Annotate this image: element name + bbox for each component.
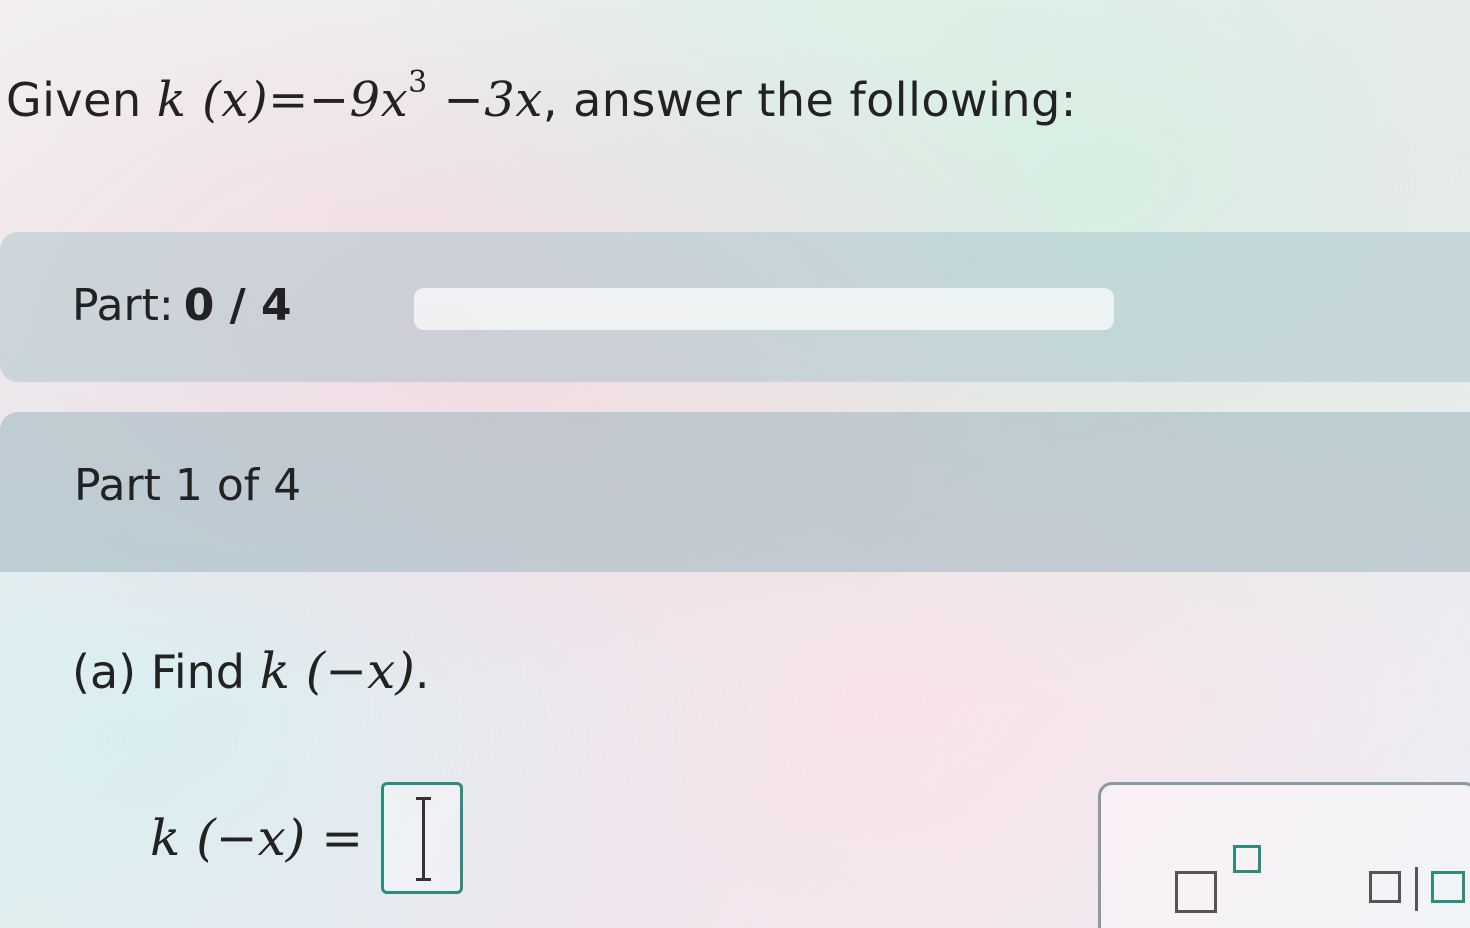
question-suffix: .	[414, 645, 430, 699]
fraction-left-icon	[1369, 871, 1401, 903]
question-expression: k (−x)	[259, 642, 415, 700]
answer-row: k (−x) =	[150, 780, 464, 896]
answer-input[interactable]	[381, 782, 464, 894]
fraction-button[interactable]	[1369, 867, 1470, 917]
fraction-bar-icon	[1415, 867, 1418, 911]
problem-suffix: , answer the following:	[542, 73, 1077, 127]
cubic-term: −9x	[308, 72, 409, 128]
answer-lhs: k (−x) =	[150, 809, 364, 867]
cubic-exponent: 3	[408, 64, 428, 100]
fraction-right-icon	[1431, 871, 1465, 903]
progress-label: Part: 0 / 4	[72, 280, 292, 331]
text-cursor-icon	[416, 797, 432, 881]
linear-term: −3x	[427, 72, 543, 128]
superscript-base-icon	[1175, 871, 1217, 913]
superscript-exponent-icon	[1233, 845, 1261, 873]
progress-label-text: Part:	[72, 280, 174, 331]
function-lhs: k (x)	[156, 72, 269, 128]
math-toolbar	[1098, 782, 1470, 928]
problem-prefix: Given	[6, 73, 157, 127]
progress-count: 0 / 4	[183, 280, 292, 331]
part-heading: Part 1 of 4	[74, 460, 302, 511]
superscript-button[interactable]	[1175, 845, 1271, 925]
question-a: (a) Find k (−x).	[72, 642, 430, 700]
question-prefix: (a) Find	[72, 645, 260, 699]
equals-sign: =	[268, 72, 309, 128]
progress-bar	[414, 288, 1114, 330]
problem-statement: Given k (x)=−9x3 −3x, answer the followi…	[6, 65, 1077, 128]
